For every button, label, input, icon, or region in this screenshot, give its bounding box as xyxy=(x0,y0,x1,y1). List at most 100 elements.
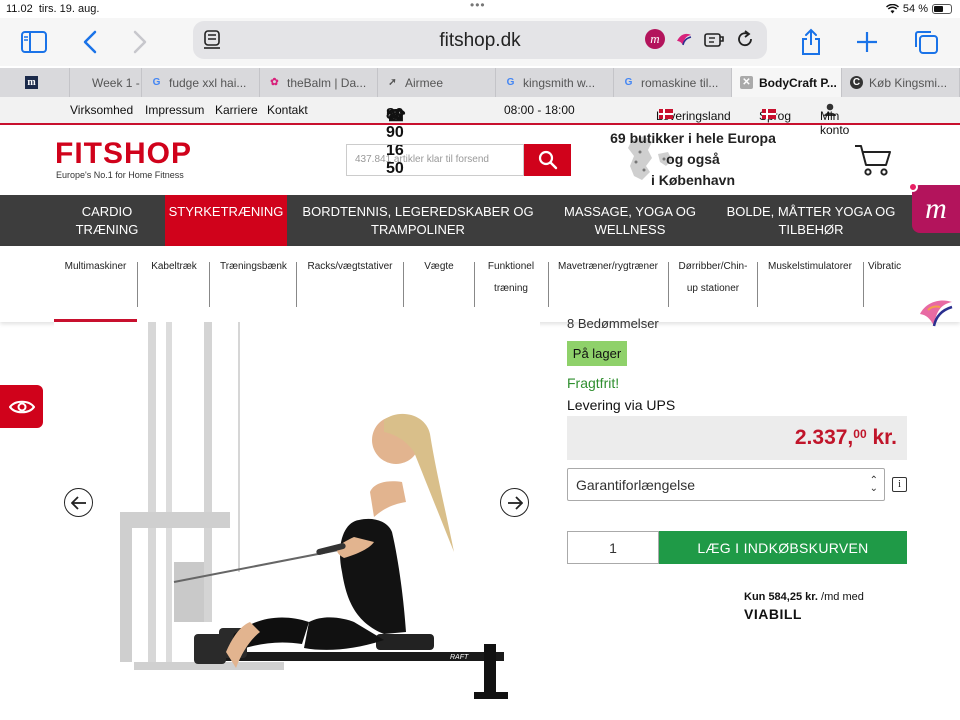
kingsmith-favicon-icon: C xyxy=(850,76,863,89)
subnav-divider xyxy=(548,262,549,307)
tab-0[interactable]: m xyxy=(0,68,70,97)
share-icon[interactable] xyxy=(797,28,825,56)
sidebar-icon[interactable] xyxy=(20,28,48,56)
select-chevron-icon: ⌃ ⌄ xyxy=(869,475,878,494)
main-navigation: CARDIO TRÆNING STYRKETRÆNING BORDTENNIS, … xyxy=(0,195,960,246)
rowing-machine-photo: RAFT xyxy=(120,322,508,699)
account-link[interactable]: Min konto xyxy=(820,103,849,137)
status-time: 11.02 xyxy=(6,3,33,15)
store-info-line1: 69 butikker i hele Europa xyxy=(610,130,776,146)
google-icon: G xyxy=(152,77,161,88)
subnav-divider xyxy=(403,262,404,307)
product-price: 2.337,00 kr. xyxy=(794,426,897,449)
balm-favicon-icon: ✿ xyxy=(270,77,279,88)
tab-2[interactable]: G fudge xxl hai... xyxy=(142,68,260,97)
tab-5[interactable]: G kingsmith w... xyxy=(496,68,614,97)
tab-1[interactable]: Week 1 - xyxy=(70,68,142,97)
quantity-input[interactable]: 1 xyxy=(567,531,659,564)
stock-badge: På lager xyxy=(567,341,627,366)
free-shipping-text: Fragtfrit! xyxy=(567,375,620,391)
side-bird-widget-icon[interactable] xyxy=(918,296,954,330)
subnav-traeningsbaenk[interactable]: Træningsbænk xyxy=(212,256,295,278)
subnav-doerribber[interactable]: Dørribber/Chin-up stationer xyxy=(670,256,756,300)
cart-icon[interactable] xyxy=(854,143,892,177)
multitask-dots-icon[interactable]: ••• xyxy=(470,0,486,12)
address-bar[interactable]: fitshop.dk m xyxy=(193,21,767,59)
link-virksomhed[interactable]: Virksomhed xyxy=(70,103,133,117)
search-button[interactable] xyxy=(524,144,571,176)
installment-text[interactable]: Kun 584,25 kr. /md med xyxy=(744,591,864,603)
extension-m-icon[interactable]: m xyxy=(645,29,665,49)
tab-bar: m Week 1 - G fudge xxl hai... ✿ theBalm … xyxy=(0,68,960,97)
link-karriere[interactable]: Karriere xyxy=(215,103,258,117)
ratings-count[interactable]: 8 Bedømmelser xyxy=(567,316,659,331)
opening-hours: 08:00 - 18:00 xyxy=(504,103,575,117)
link-impressum[interactable]: Impressum xyxy=(145,103,204,117)
notification-dot xyxy=(908,182,918,192)
search-input[interactable]: 437.841 artikler klar til forsend xyxy=(346,144,524,176)
delivery-text: Levering via UPS xyxy=(567,397,676,413)
close-tab-icon[interactable]: ✕ xyxy=(740,76,753,89)
m-widget-icon[interactable]: m xyxy=(912,185,960,233)
accessibility-button[interactable] xyxy=(0,385,43,428)
subnav-muskelstimulatorer[interactable]: Muskelstimulatorer xyxy=(760,256,860,278)
reload-icon[interactable] xyxy=(735,29,755,49)
nav-bordtennis[interactable]: BORDTENNIS, LEGEREDSKABER OG TRAMPOLINER xyxy=(300,195,536,246)
product-image[interactable]: RAFT xyxy=(54,322,540,720)
extension-bird-icon[interactable] xyxy=(675,31,693,47)
tab-3[interactable]: ✿ theBalm | Da... xyxy=(260,68,378,97)
add-to-cart-button[interactable]: LÆG I INDKØBSKURVEN xyxy=(659,531,907,564)
wifi-icon xyxy=(885,4,899,14)
next-image-button[interactable] xyxy=(500,488,529,517)
fitshop-logo[interactable]: FITSHOP xyxy=(55,137,192,171)
nav-cardio[interactable]: CARDIO TRÆNING xyxy=(55,195,159,246)
tab-6[interactable]: G romaskine til... xyxy=(614,68,732,97)
nav-bolde[interactable]: BOLDE, MÅTTER YOGA OG TILBEHØR xyxy=(725,195,897,246)
previous-image-button[interactable] xyxy=(64,488,93,517)
store-info[interactable]: 69 butikker i hele Europa og også i Købe… xyxy=(600,128,786,191)
info-icon[interactable]: i xyxy=(892,477,907,492)
subnav-divider xyxy=(209,262,210,307)
subnav-divider xyxy=(474,262,475,307)
google-icon: G xyxy=(506,77,515,88)
subnav-vibration[interactable]: Vibratic xyxy=(868,256,918,278)
new-tab-icon[interactable] xyxy=(853,28,881,56)
sub-navigation: Multimaskiner Kabeltræk Træningsbænk Rac… xyxy=(0,246,960,322)
tab-7-active[interactable]: ✕ BodyCraft P... xyxy=(732,68,842,97)
search-icon xyxy=(538,150,557,170)
extension-puzzle-icon[interactable] xyxy=(703,29,725,49)
status-bar: 11.02 tirs. 19. aug. ••• 54 % xyxy=(0,0,960,18)
nav-styrketraening[interactable]: STYRKETRÆNING xyxy=(165,195,287,246)
subnav-divider xyxy=(137,262,138,307)
m-favicon-icon: m xyxy=(25,76,38,89)
nav-massage[interactable]: MASSAGE, YOGA OG WELLNESS xyxy=(555,195,705,246)
subnav-funktionel[interactable]: Funktionel træning xyxy=(476,256,546,300)
store-info-line3: i København xyxy=(650,172,735,188)
store-info-line2: og også xyxy=(666,151,720,167)
back-icon[interactable] xyxy=(76,28,104,56)
tab-overview-icon[interactable] xyxy=(912,28,940,56)
subnav-racks[interactable]: Racks/vægtstativer xyxy=(298,256,402,278)
subnav-vaegte[interactable]: Vægte xyxy=(405,256,473,278)
machine-brand-text: RAFT xyxy=(450,654,469,661)
price-box: 2.337,00 kr. xyxy=(567,416,907,460)
battery-icon xyxy=(932,4,952,14)
subnav-kabeltraek[interactable]: Kabeltræk xyxy=(140,256,208,278)
subnav-divider xyxy=(296,262,297,307)
viabill-logo[interactable]: VIABILL xyxy=(744,606,802,622)
subnav-divider xyxy=(668,262,669,307)
tab-8[interactable]: C Køb Kingsmi... xyxy=(842,68,960,97)
subnav-divider xyxy=(757,262,758,307)
tab-4[interactable]: ➚ Airmee xyxy=(378,68,496,97)
danish-flag-icon xyxy=(762,109,776,119)
subnav-mavetraener[interactable]: Mavetræner/rygtræner xyxy=(550,256,666,278)
link-kontakt[interactable]: Kontakt xyxy=(267,103,308,117)
eye-icon xyxy=(8,400,35,413)
forward-icon[interactable] xyxy=(126,28,154,56)
logo-tagline: Europe's No.1 for Home Fitness xyxy=(56,170,184,180)
arrow-left-icon xyxy=(70,495,86,510)
airmee-icon: ➚ xyxy=(388,77,397,88)
subnav-multimaskiner[interactable]: Multimaskiner xyxy=(54,256,137,278)
warranty-select[interactable]: Garantiforlængelse ⌃ ⌄ xyxy=(567,468,885,501)
browser-toolbar: fitshop.dk m xyxy=(0,18,960,66)
